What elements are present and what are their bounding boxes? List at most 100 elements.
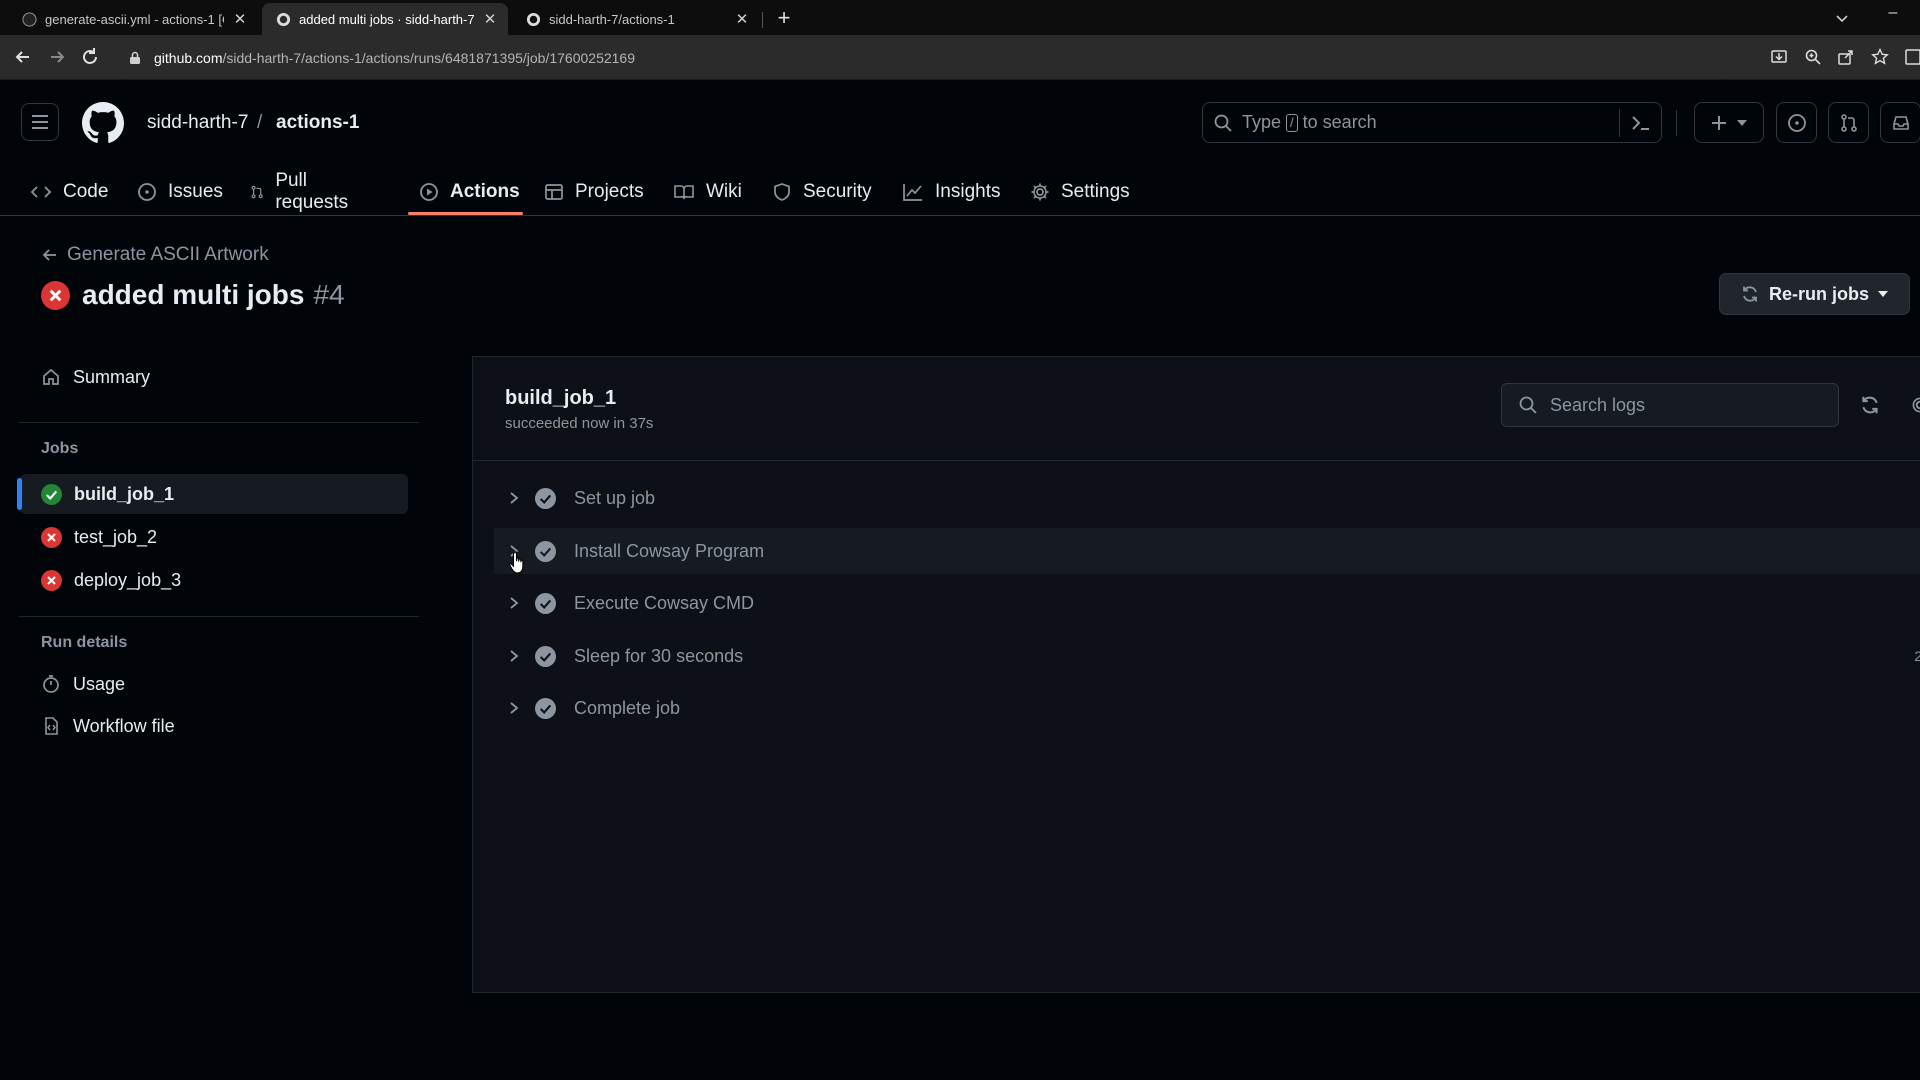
issues-button[interactable] (1776, 102, 1817, 143)
tab-actions[interactable]: Actions (419, 168, 520, 216)
rerun-jobs-button[interactable]: Re-run jobs (1719, 273, 1910, 315)
panel-divider (473, 460, 1920, 461)
tab-issues[interactable]: Issues (137, 168, 223, 216)
tab-projects[interactable]: Projects (544, 168, 644, 216)
step-label: Install Cowsay Program (574, 540, 765, 561)
share-icon[interactable] (1836, 47, 1856, 67)
new-tab-button[interactable]: + (772, 7, 796, 31)
refresh-icon[interactable] (1859, 394, 1881, 416)
search-placeholder-suffix: to search (1302, 112, 1377, 132)
close-tab-icon[interactable]: ✕ (482, 11, 498, 28)
tab-projects-label: Projects (575, 181, 644, 202)
menu-button[interactable] (21, 103, 59, 141)
run-title-text: added multi jobs (82, 279, 305, 310)
inbox-button[interactable] (1880, 102, 1920, 143)
run-title: added multi jobs #4 (41, 279, 345, 311)
create-new-button[interactable] (1694, 102, 1764, 143)
x-circle-fill-icon (41, 569, 62, 591)
forward-arrow-icon[interactable] (46, 46, 68, 68)
browser-tab[interactable]: sidd-harth-7/actions-1 ✕ (512, 3, 760, 35)
arrow-left-icon (42, 249, 56, 261)
search-logs-input[interactable]: Search logs (1501, 383, 1839, 427)
job-name: test_job_2 (74, 526, 158, 547)
gear-icon[interactable] (1909, 394, 1920, 416)
browser-tab-title: generate-ascii.yml - actions-1 [C (45, 11, 224, 27)
jobs-heading: Jobs (41, 440, 79, 457)
x-circle-fill-icon (41, 280, 70, 310)
tab-actions-label: Actions (450, 181, 520, 202)
search-placeholder-prefix: Type (1242, 112, 1282, 132)
close-tab-icon[interactable]: ✕ (734, 11, 750, 28)
x-circle-fill-icon (41, 526, 62, 548)
dropdown-caret-icon (1878, 291, 1889, 297)
side-panel-icon[interactable] (1903, 47, 1920, 67)
tab-settings-label: Settings (1061, 181, 1130, 202)
github-header: sidd-harth-7 / actions-1 Type / to searc… (0, 80, 1920, 216)
check-circle-fill-icon (535, 540, 556, 562)
tab-wiki[interactable]: Wiki (673, 168, 742, 216)
sidebar-item-workflow-file[interactable]: Workflow file (20, 706, 408, 746)
play-icon (420, 183, 438, 201)
step-duration: 29 (1914, 648, 1920, 664)
sidebar-job-build-job-1[interactable]: build_job_1 (17, 474, 408, 514)
pull-request-icon (251, 185, 263, 199)
breadcrumb-separator: / (257, 112, 263, 133)
tab-settings[interactable]: Settings (1030, 168, 1130, 216)
header-divider (1676, 110, 1677, 136)
step-row[interactable]: Execute Cowsay CMD 0 (494, 580, 1920, 626)
tab-search-chevron-icon[interactable] (1832, 8, 1852, 28)
global-search-input[interactable]: Type / to search (1202, 102, 1662, 143)
back-to-workflow-link[interactable]: Generate ASCII Artwork (42, 244, 269, 266)
gear-icon (1031, 183, 1049, 201)
tab-code-label: Code (63, 181, 109, 202)
install-app-icon[interactable] (1769, 47, 1789, 67)
github-favicon-icon (276, 12, 291, 26)
browser-tab-active[interactable]: added multi jobs · sidd-harth-7/ ✕ (262, 3, 508, 35)
dropdown-caret-icon (1737, 119, 1747, 126)
sync-icon (1743, 286, 1757, 302)
command-palette-icon[interactable] (1630, 113, 1652, 133)
sidebar-job-test-job-2[interactable]: test_job_2 (20, 517, 408, 557)
step-row[interactable]: Set up job 0 (494, 475, 1920, 521)
zoom-icon[interactable] (1803, 47, 1823, 67)
close-tab-icon[interactable]: ✕ (232, 11, 248, 28)
breadcrumb-owner[interactable]: sidd-harth-7 (147, 112, 248, 134)
step-row[interactable]: Install Cowsay Program 6 (494, 528, 1920, 574)
url-omnibox[interactable]: github.com/sidd-harth-7/actions-1/action… (116, 40, 1736, 75)
sidebar-item-label: Summary (73, 366, 151, 387)
graph-icon (903, 184, 922, 201)
browser-tab[interactable]: generate-ascii.yml - actions-1 [C ✕ (8, 3, 258, 35)
check-circle-fill-icon (41, 483, 62, 505)
tab-code[interactable]: Code (30, 168, 108, 216)
workflow-name: Generate ASCII Artwork (67, 244, 269, 265)
check-circle-fill-icon (535, 487, 556, 509)
plus-icon (1712, 115, 1726, 130)
rerun-jobs-label: Re-run jobs (1769, 283, 1870, 304)
tab-separator (762, 12, 763, 28)
chevron-right-icon (510, 650, 519, 662)
lock-icon[interactable] (128, 51, 142, 65)
reload-icon[interactable] (79, 46, 101, 68)
step-row[interactable]: Complete job 0 (494, 685, 1920, 731)
tab-insights[interactable]: Insights (902, 168, 1000, 216)
step-row[interactable]: Sleep for 30 seconds 29 (494, 633, 1920, 679)
tab-pull-requests[interactable]: Pull requests (250, 168, 354, 216)
back-arrow-icon[interactable] (12, 46, 34, 68)
job-name: build_job_1 (74, 483, 175, 504)
chevron-right-icon (510, 597, 519, 609)
github-logo-icon[interactable] (82, 102, 124, 144)
check-circle-fill-icon (535, 645, 556, 667)
sidebar-job-deploy-job-3[interactable]: deploy_job_3 (20, 560, 408, 600)
tab-security[interactable]: Security (772, 168, 872, 216)
bookmark-star-icon[interactable] (1870, 47, 1890, 67)
sidebar-item-usage[interactable]: Usage (20, 664, 408, 704)
job-name: deploy_job_3 (74, 569, 182, 590)
search-icon (1519, 396, 1537, 414)
pull-requests-button[interactable] (1828, 102, 1869, 143)
check-circle-fill-icon (535, 697, 556, 719)
issue-icon (1787, 113, 1806, 132)
window-minimize-button[interactable]: – (1880, 4, 1906, 24)
breadcrumb-repo[interactable]: actions-1 (276, 112, 359, 134)
sidebar-item-summary[interactable]: Summary (20, 357, 408, 397)
check-circle-fill-icon (535, 592, 556, 614)
